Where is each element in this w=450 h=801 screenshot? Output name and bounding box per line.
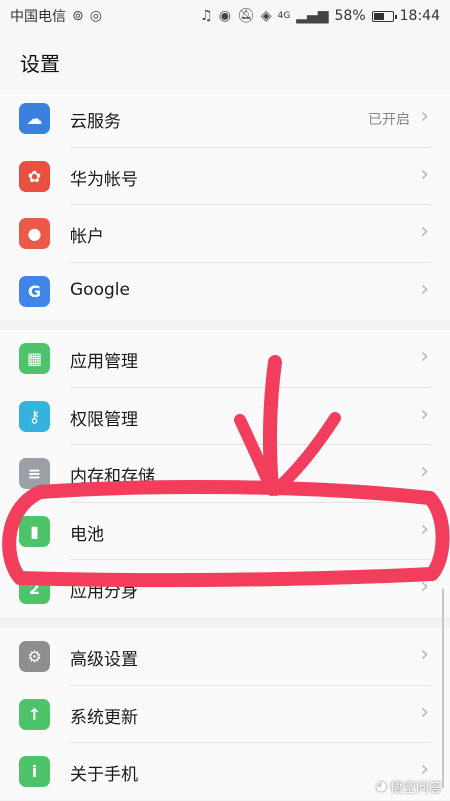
settings-item-accounts[interactable]: ● 帐户 › [0, 205, 450, 263]
info-icon: i [19, 756, 50, 787]
clock: 18:44 [399, 8, 440, 24]
gear-icon: ⚙ [19, 641, 50, 672]
settings-group-apps: ▦ 应用管理 › ⚷ 权限管理 › ≡ 内存和存储 › ▮ 电池 › 2 应用分… [0, 330, 450, 617]
chevron-right-icon: › [420, 401, 429, 427]
status-bar: 中国电信 ⊚ ◎ ♫ ◉ 🔕︎ ◈ 4G ▂▄▆ 58% 18:44 [0, 0, 450, 32]
nfc-icon: ◉ [218, 8, 231, 24]
settings-header: 设置 [0, 32, 450, 91]
settings-item-google[interactable]: G Google › [0, 263, 450, 321]
signal-icon: ▂▄▆ [296, 8, 329, 24]
eye-comfort-icon: ◈ [260, 8, 272, 24]
watermark-text: 悟空问答 [389, 781, 442, 796]
network-type: 4G [277, 10, 291, 21]
chevron-right-icon: › [420, 219, 429, 244]
settings-item-label: 内存和存储 [70, 467, 155, 487]
chevron-right-icon: › [420, 699, 429, 725]
settings-group-account: ☁ 云服务 已开启 › ✿ 华为帐号 › ● 帐户 › G Google › [0, 90, 450, 320]
chevron-right-icon: › [420, 161, 429, 187]
clone-icon: 2 [19, 573, 50, 604]
chevron-right-icon: › [420, 459, 429, 484]
person-icon: ● [19, 218, 50, 249]
settings-item-label: 应用分身 [70, 582, 138, 602]
settings-item-label: 帐户 [70, 227, 104, 247]
scrollbar[interactable] [442, 588, 444, 788]
settings-item-label: 电池 [70, 524, 104, 545]
chevron-right-icon: › [420, 104, 429, 129]
battery-percent: 58% [334, 8, 366, 24]
settings-item-label: 华为帐号 [70, 169, 138, 190]
watermark-logo-icon: ◕ [375, 779, 387, 794]
chevron-right-icon: › [420, 574, 429, 599]
settings-item-cloud[interactable]: ☁ 云服务 已开启 › [0, 90, 450, 148]
chevron-right-icon: › [420, 344, 429, 369]
google-icon: G [19, 275, 50, 307]
chevron-right-icon: › [420, 276, 429, 302]
settings-item-label: 关于手机 [70, 765, 138, 785]
settings-item-advanced[interactable]: ⚙ 高级设置 › [0, 628, 450, 686]
settings-item-label: Google [70, 279, 130, 300]
settings-item-app-management[interactable]: ▦ 应用管理 › [0, 330, 450, 388]
chevron-right-icon: › [420, 642, 429, 667]
hd-call-icon: ⊚ [72, 8, 84, 24]
watermark: ◕ 悟空问答 [376, 777, 442, 796]
settings-item-battery[interactable]: ▮ 电池 › [0, 503, 450, 560]
settings-item-system-update[interactable]: ↑ 系统更新 › [0, 686, 450, 743]
settings-item-label: 应用管理 [70, 352, 138, 372]
headphone-icon: ♫ [200, 8, 213, 24]
battery-status-icon [371, 10, 397, 22]
settings-item-label: 云服务 [70, 112, 121, 132]
huawei-icon: ✿ [19, 160, 50, 192]
grid-icon: ▦ [19, 343, 50, 374]
carrier-label: 中国电信 [10, 9, 66, 25]
update-icon: ↑ [19, 698, 50, 730]
settings-item-storage[interactable]: ≡ 内存和存储 › [0, 445, 450, 503]
settings-item-label: 权限管理 [70, 409, 138, 430]
cloud-icon: ☁ [19, 103, 50, 134]
settings-item-app-twin[interactable]: 2 应用分身 › [0, 560, 450, 618]
battery-icon: ▮ [19, 515, 50, 547]
hotspot-icon: ◎ [89, 8, 102, 24]
page-title: 设置 [20, 52, 60, 76]
key-icon: ⚷ [19, 400, 50, 432]
chevron-right-icon: › [420, 516, 429, 542]
mute-icon: 🔕︎ [236, 8, 255, 24]
settings-item-label: 系统更新 [70, 707, 138, 728]
cloud-status-value: 已开启 [368, 112, 410, 128]
settings-item-permissions[interactable]: ⚷ 权限管理 › [0, 388, 450, 445]
settings-item-label: 高级设置 [70, 650, 138, 670]
settings-group-system: ⚙ 高级设置 › ↑ 系统更新 › i 关于手机 › [0, 628, 450, 800]
storage-icon: ≡ [19, 458, 50, 489]
settings-item-huawei-account[interactable]: ✿ 华为帐号 › [0, 148, 450, 205]
